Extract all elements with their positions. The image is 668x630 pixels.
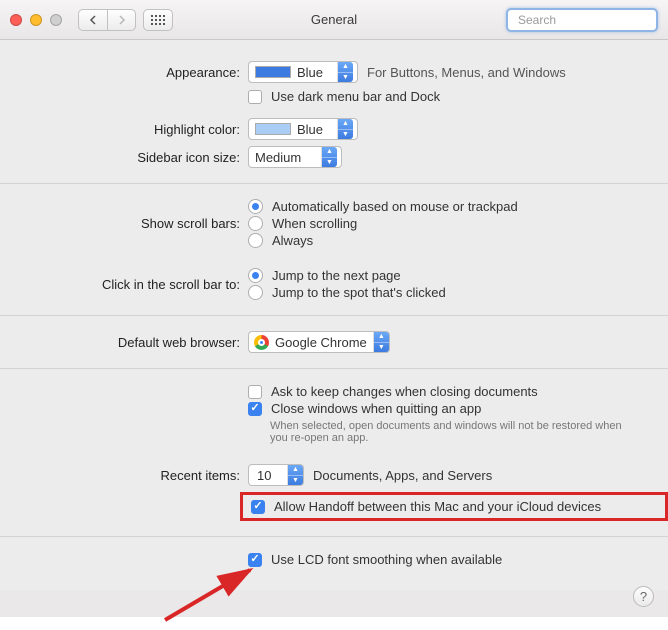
nav-back-forward: [78, 9, 136, 31]
lcd-label: Use LCD font smoothing when available: [271, 552, 502, 567]
appearance-select[interactable]: Blue ▲▼: [248, 61, 358, 83]
color-swatch-icon: [255, 123, 291, 135]
browser-label: Default web browser:: [0, 335, 248, 350]
handoff-highlight: Allow Handoff between this Mac and your …: [240, 492, 668, 521]
stepper-icon: ▲▼: [337, 62, 353, 82]
stepper-icon: ▲▼: [373, 332, 389, 352]
dark-menu-label: Use dark menu bar and Dock: [271, 89, 440, 104]
dark-menu-checkbox[interactable]: [248, 90, 262, 104]
close-windows-checkbox[interactable]: [248, 402, 262, 416]
titlebar: General: [0, 0, 668, 40]
recent-value: 10: [257, 468, 271, 483]
ask-keep-label: Ask to keep changes when closing documen…: [271, 384, 538, 399]
browser-value: Google Chrome: [275, 335, 367, 350]
chrome-icon: [254, 335, 269, 350]
recent-suffix: Documents, Apps, and Servers: [313, 468, 492, 483]
click-spot-label: Jump to the spot that's clicked: [272, 285, 446, 300]
show-all-button[interactable]: [143, 9, 173, 31]
appearance-value: Blue: [297, 65, 333, 80]
divider: [0, 183, 668, 184]
grid-icon: [151, 15, 165, 25]
click-next-radio[interactable]: [248, 268, 263, 283]
zoom-window-icon[interactable]: [50, 14, 62, 26]
divider: [0, 536, 668, 537]
sidebar-select[interactable]: Medium ▲▼: [248, 146, 342, 168]
help-button[interactable]: ?: [633, 586, 654, 607]
window-controls: [10, 14, 62, 26]
forward-button[interactable]: [107, 10, 135, 30]
appearance-label: Appearance:: [0, 65, 248, 80]
scroll-always-label: Always: [272, 233, 313, 248]
browser-select[interactable]: Google Chrome ▲▼: [248, 331, 390, 353]
stepper-icon: ▲▼: [337, 119, 353, 139]
highlight-value: Blue: [297, 122, 333, 137]
scroll-auto-label: Automatically based on mouse or trackpad: [272, 199, 518, 214]
color-swatch-icon: [255, 66, 291, 78]
handoff-label: Allow Handoff between this Mac and your …: [274, 499, 601, 514]
stepper-icon: ▲▼: [321, 147, 337, 167]
divider: [0, 368, 668, 369]
search-field[interactable]: [506, 8, 658, 32]
scrollbars-label: Show scroll bars:: [0, 216, 248, 231]
handoff-checkbox[interactable]: [251, 500, 265, 514]
clickbar-label: Click in the scroll bar to:: [0, 277, 248, 292]
recent-select[interactable]: 10 ▲▼: [248, 464, 304, 486]
ask-keep-checkbox[interactable]: [248, 385, 262, 399]
search-input[interactable]: [518, 13, 668, 27]
sidebar-value: Medium: [255, 150, 317, 165]
content: Appearance: Blue ▲▼ For Buttons, Menus, …: [0, 40, 668, 590]
lcd-checkbox[interactable]: [248, 553, 262, 567]
close-windows-label: Close windows when quitting an app: [271, 401, 481, 416]
close-windows-note: When selected, open documents and window…: [270, 420, 630, 444]
highlight-label: Highlight color:: [0, 122, 248, 137]
close-window-icon[interactable]: [10, 14, 22, 26]
minimize-window-icon[interactable]: [30, 14, 42, 26]
scroll-when-label: When scrolling: [272, 216, 357, 231]
back-button[interactable]: [79, 10, 107, 30]
highlight-select[interactable]: Blue ▲▼: [248, 118, 358, 140]
scroll-auto-radio[interactable]: [248, 199, 263, 214]
chevron-left-icon: [89, 15, 97, 25]
chevron-right-icon: [118, 15, 126, 25]
scroll-when-radio[interactable]: [248, 216, 263, 231]
click-next-label: Jump to the next page: [272, 268, 401, 283]
sidebar-label: Sidebar icon size:: [0, 150, 248, 165]
scroll-always-radio[interactable]: [248, 233, 263, 248]
stepper-icon: ▲▼: [287, 465, 303, 485]
appearance-hint: For Buttons, Menus, and Windows: [367, 65, 566, 80]
help-icon: ?: [640, 589, 647, 604]
recent-label: Recent items:: [0, 468, 248, 483]
divider: [0, 315, 668, 316]
click-spot-radio[interactable]: [248, 285, 263, 300]
